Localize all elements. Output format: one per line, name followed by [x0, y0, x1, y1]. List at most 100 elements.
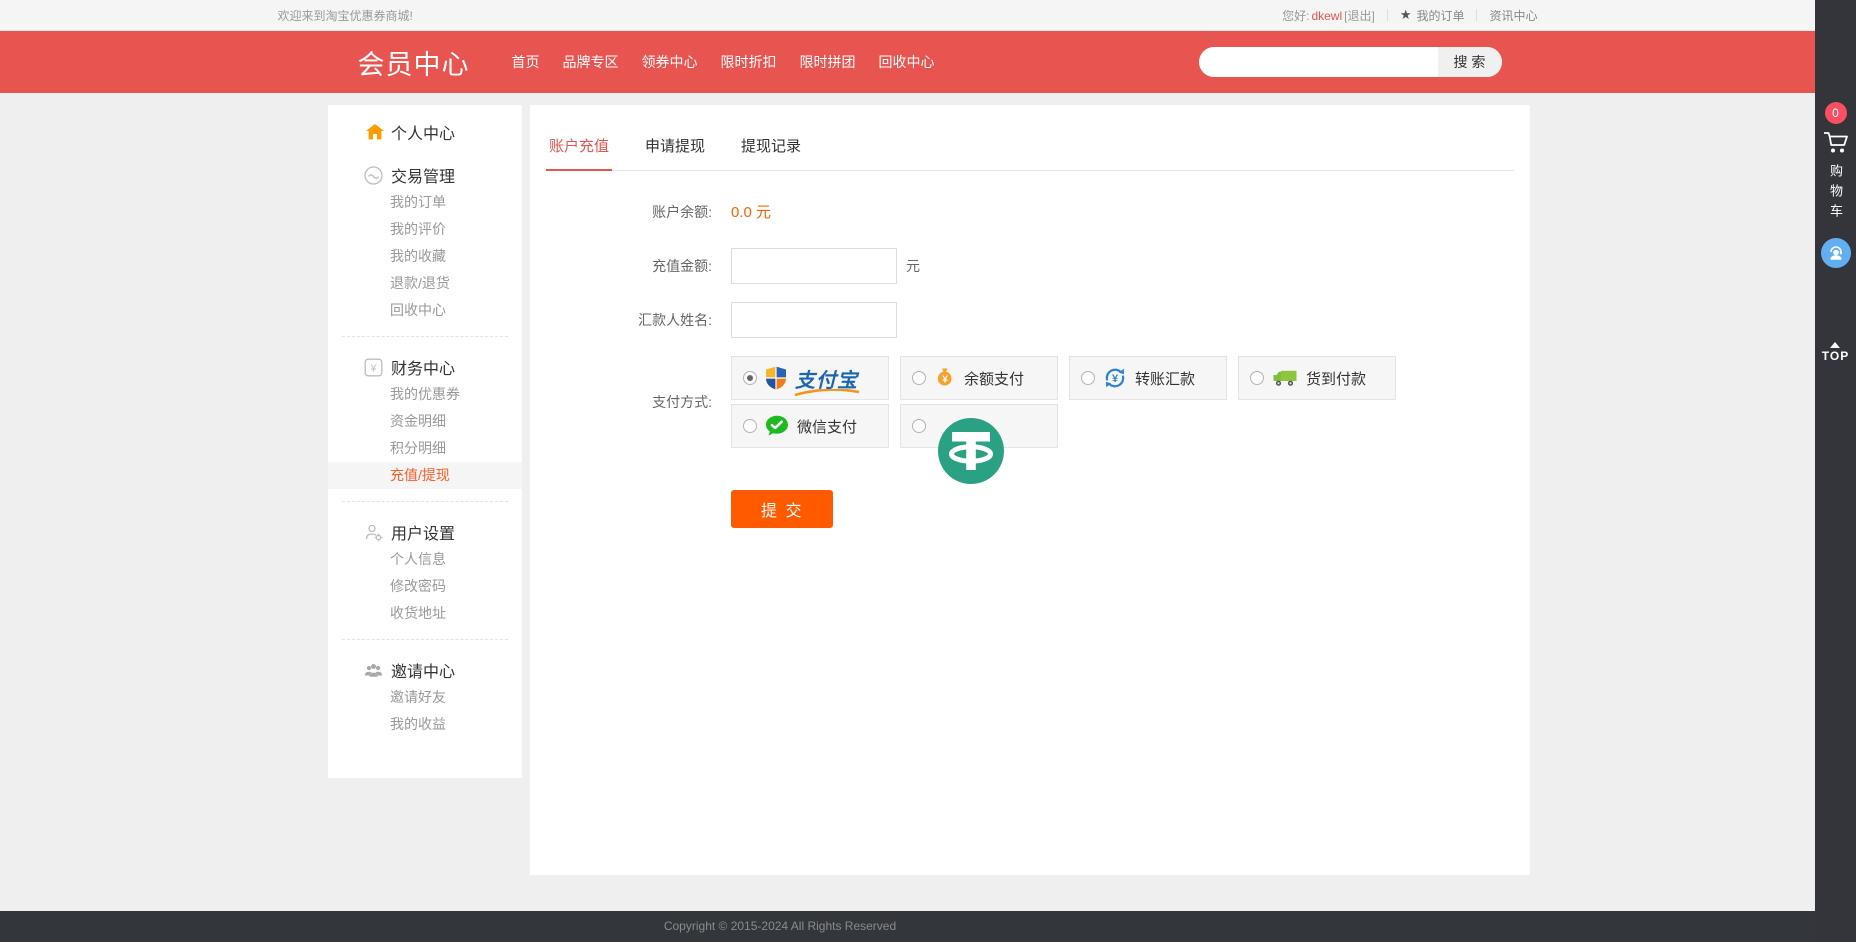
payment-option-alipay[interactable]: 支付宝 [731, 356, 889, 400]
invite-icon [364, 662, 383, 678]
divider [1387, 9, 1388, 21]
divider [342, 336, 508, 337]
right-rail: 0 购物车 TOP [1815, 0, 1856, 942]
search-input[interactable] [1199, 47, 1438, 77]
radio-cod[interactable] [1250, 371, 1264, 385]
sidebar-section-trade[interactable]: 交易管理 [328, 161, 522, 189]
truck-icon [1272, 368, 1298, 388]
customer-service-icon[interactable] [1821, 238, 1851, 268]
top-label: TOP [1822, 349, 1849, 363]
sidebar-item-points-details[interactable]: 积分明细 [328, 435, 522, 462]
payment-option-balance[interactable]: ¥ 余额支付 [900, 356, 1058, 400]
site-logo[interactable]: 会员中心 [358, 43, 470, 82]
greeting-prefix: 您好: [1282, 9, 1309, 23]
payment-option-wechat[interactable]: 微信支付 [731, 404, 889, 448]
wechat-pay-icon [765, 415, 789, 437]
sidebar-home-label: 个人中心 [391, 120, 455, 144]
star-icon: ★ [1400, 7, 1412, 23]
payment-label: 货到付款 [1306, 368, 1366, 389]
nav-flash-discount[interactable]: 限时折扣 [721, 52, 777, 72]
nav-recycle-center[interactable]: 回收中心 [879, 52, 935, 72]
sidebar-section-user-settings[interactable]: 用户设置 [328, 518, 522, 546]
content: 个人中心 交易管理 我的订单 我的评价 我的收藏 退款/退货 回收中心 ¥ 财务… [328, 93, 1815, 911]
search-button[interactable]: 搜 索 [1438, 47, 1502, 77]
submit-button[interactable]: 提 交 [731, 490, 833, 528]
sidebar-item-my-orders[interactable]: 我的订单 [328, 189, 522, 216]
radio-usdt[interactable] [912, 419, 926, 433]
payment-option-cod[interactable]: 货到付款 [1238, 356, 1396, 400]
sidebar-item-my-reviews[interactable]: 我的评价 [328, 216, 522, 243]
alipay-shield-icon [765, 366, 787, 390]
svg-text:¥: ¥ [942, 375, 948, 386]
trade-icon [364, 166, 383, 185]
finance-icon: ¥ [364, 358, 383, 377]
cart-count-badge: 0 [1825, 102, 1847, 124]
sidebar-section-finance[interactable]: ¥ 财务中心 [328, 353, 522, 381]
nav-home[interactable]: 首页 [512, 52, 540, 72]
payment-options: 支付宝 ¥ 余额支付 [731, 356, 1411, 448]
sidebar-item-recharge-withdraw[interactable]: 充值/提现 [328, 462, 522, 489]
section-title: 交易管理 [391, 163, 455, 187]
sidebar: 个人中心 交易管理 我的订单 我的评价 我的收藏 退款/退货 回收中心 ¥ 财务… [328, 105, 522, 778]
tab-apply-withdraw[interactable]: 申请提现 [642, 127, 708, 170]
tether-usdt-icon [937, 417, 1005, 485]
main-nav: 首页 品牌专区 领券中心 限时折扣 限时拼团 回收中心 [512, 52, 935, 72]
section-title: 邀请中心 [391, 658, 455, 682]
divider [342, 501, 508, 502]
topbar: 欢迎来到淘宝优惠券商城! 您好:dkewl[退出] ★ 我的订单 资讯中心 [0, 0, 1815, 31]
tab-account-recharge[interactable]: 账户充值 [546, 127, 612, 171]
payment-label: 转账汇款 [1135, 368, 1195, 389]
sidebar-item-fund-details[interactable]: 资金明细 [328, 408, 522, 435]
my-orders-label: 我的订单 [1416, 7, 1464, 24]
back-to-top-button[interactable]: TOP [1822, 342, 1849, 363]
sidebar-item-personal-center[interactable]: 个人中心 [328, 119, 522, 145]
balance-label: 账户余额: [546, 202, 712, 222]
payment-option-bank-transfer[interactable]: ¥ 转账汇款 [1069, 356, 1227, 400]
payee-label: 汇款人姓名: [546, 310, 712, 330]
balance-value: 0.0 元 [731, 201, 771, 222]
user-settings-icon [364, 523, 383, 542]
payment-method-label: 支付方式: [546, 392, 712, 412]
logout-link[interactable]: [退出] [1344, 9, 1375, 23]
my-orders-link[interactable]: ★ 我的订单 [1400, 7, 1465, 24]
payment-label: 余额支付 [964, 368, 1024, 389]
sidebar-section-invite[interactable]: 邀请中心 [328, 656, 522, 684]
radio-wechat[interactable] [743, 419, 757, 433]
nav-coupon-center[interactable]: 领券中心 [642, 52, 698, 72]
payee-input[interactable] [731, 302, 897, 338]
news-center-link[interactable]: 资讯中心 [1489, 7, 1537, 24]
sidebar-item-change-password[interactable]: 修改密码 [328, 573, 522, 600]
sidebar-item-shipping-address[interactable]: 收货地址 [328, 600, 522, 627]
cart-icon[interactable] [1822, 129, 1850, 155]
nav-brand-zone[interactable]: 品牌专区 [563, 52, 619, 72]
money-bag-icon: ¥ [934, 367, 956, 389]
amount-unit: 元 [906, 256, 920, 276]
sidebar-item-invite-friends[interactable]: 邀请好友 [328, 684, 522, 711]
tabs: 账户充值 申请提现 提现记录 [546, 121, 1514, 171]
sidebar-item-personal-info[interactable]: 个人信息 [328, 546, 522, 573]
sidebar-item-my-coupons[interactable]: 我的优惠券 [328, 381, 522, 408]
cart-label[interactable]: 购物车 [1826, 164, 1845, 224]
section-title: 财务中心 [391, 355, 455, 379]
footer: Copyright © 2015-2024 All Rights Reserve… [0, 911, 1815, 942]
username-link[interactable]: dkewl [1311, 9, 1342, 23]
home-icon [366, 124, 384, 140]
transfer-icon: ¥ [1103, 366, 1127, 390]
payment-option-usdt[interactable] [900, 404, 1058, 448]
radio-alipay[interactable] [743, 371, 757, 385]
amount-input[interactable] [731, 248, 897, 284]
radio-balance[interactable] [912, 371, 926, 385]
sidebar-item-recycle[interactable]: 回收中心 [328, 297, 522, 324]
divider [342, 639, 508, 640]
sidebar-item-my-favorites[interactable]: 我的收藏 [328, 243, 522, 270]
sidebar-item-refunds[interactable]: 退款/退货 [328, 270, 522, 297]
greeting: 您好:dkewl[退出] [1282, 7, 1375, 24]
tab-withdraw-records[interactable]: 提现记录 [738, 127, 804, 170]
page: 欢迎来到淘宝优惠券商城! 您好:dkewl[退出] ★ 我的订单 资讯中心 会员… [0, 0, 1815, 942]
radio-bank-transfer[interactable] [1081, 371, 1095, 385]
nav-flash-group[interactable]: 限时拼团 [800, 52, 856, 72]
alipay-swoosh [793, 389, 861, 397]
header: 会员中心 首页 品牌专区 领券中心 限时折扣 限时拼团 回收中心 搜 索 [0, 31, 1815, 93]
svg-text:¥: ¥ [370, 363, 377, 374]
sidebar-item-my-earnings[interactable]: 我的收益 [328, 711, 522, 738]
